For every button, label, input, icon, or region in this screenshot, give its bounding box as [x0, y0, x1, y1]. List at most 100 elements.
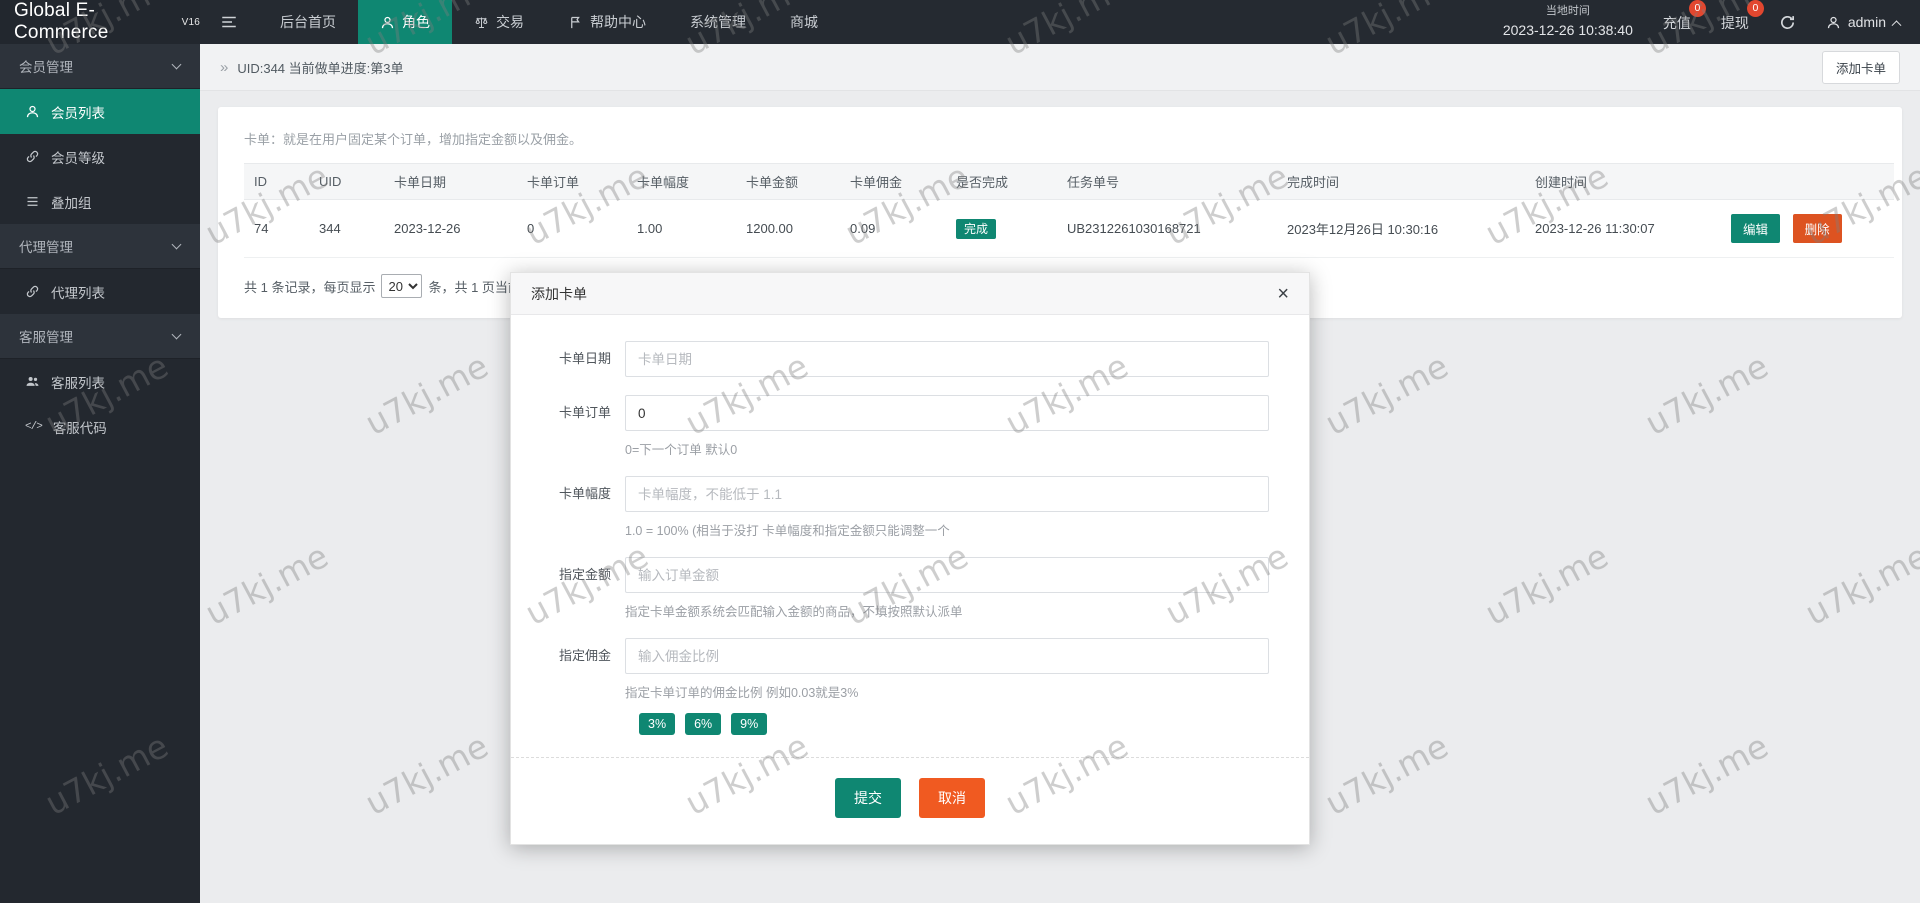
- form-row-card-range: 卡单幅度 1.0 = 100% (相当于没打 卡单幅度和指定金额只能调整一个: [529, 476, 1269, 539]
- commission-quick-badges: 3% 6% 9%: [639, 713, 1269, 735]
- sidebar-item-service-list[interactable]: 客服列表: [0, 359, 200, 404]
- field-hint: 0=下一个订单 默认0: [625, 443, 738, 457]
- pagination-suffix: 条，共 1 页当前: [428, 279, 521, 295]
- status-badge: 完成: [956, 219, 997, 239]
- flag-icon: [568, 15, 583, 30]
- add-card-order-button[interactable]: 添加卡单: [1821, 50, 1900, 84]
- card-order-table: ID UID 卡单日期 卡单订单 卡单幅度 卡单金额 卡单佣金 是否完成 任务单…: [244, 163, 1894, 258]
- recharge-count-badge: 0: [1688, 0, 1706, 17]
- assign-amount-input[interactable]: [625, 557, 1269, 593]
- sidebar-group-agent-management[interactable]: 代理管理: [0, 224, 200, 269]
- col-uid: UID: [309, 163, 384, 200]
- badge-9-percent[interactable]: 9%: [731, 713, 768, 735]
- breadcrumb: » UID:344 当前做单进度:第3单 添加卡单: [200, 44, 1920, 91]
- link-icon: [25, 284, 40, 299]
- nav-item-roles[interactable]: 角色: [358, 0, 452, 44]
- recharge-link[interactable]: 充值 0: [1663, 0, 1706, 33]
- cell-order: 0: [517, 199, 627, 258]
- user-menu[interactable]: admin: [1826, 14, 1902, 30]
- close-icon[interactable]: ×: [1277, 284, 1289, 304]
- user-avatar-icon: [1826, 15, 1841, 30]
- top-navbar: Global E-Commerce V16 后台首页 角色 交易 帮助中心 系统…: [0, 0, 1920, 44]
- brand-version: V16: [181, 16, 200, 28]
- assign-commission-input[interactable]: [625, 638, 1269, 674]
- cell-finish-time: 2023年12月26日 10:30:16: [1277, 199, 1525, 258]
- sidebar-item-agent-list[interactable]: 代理列表: [0, 269, 200, 314]
- withdraw-link[interactable]: 提现 0: [1721, 0, 1764, 33]
- field-hint: 1.0 = 100% (相当于没打 卡单幅度和指定金额只能调整一个: [625, 524, 950, 538]
- modal-header: 添加卡单 ×: [511, 273, 1309, 315]
- chevron-down-icon: [171, 239, 182, 249]
- field-hint: 指定卡单金额系统会匹配输入金额的商品，不填按照默认派单: [625, 605, 963, 619]
- users-icon: [25, 374, 40, 389]
- card-order-input[interactable]: [625, 395, 1269, 431]
- modal-body: 卡单日期 卡单订单 0=下一个订单 默认0 卡单幅度 1.0 = 100% (相…: [511, 315, 1309, 735]
- nav-item-help-center[interactable]: 帮助中心: [546, 0, 668, 44]
- card-date-input[interactable]: [625, 341, 1269, 377]
- sidebar: 会员管理 会员列表 会员等级 叠加组 代理管理 代理列表 客服管理 客服列表 <…: [0, 44, 200, 903]
- field-label: 指定佣金: [558, 648, 611, 663]
- brand-text: Global E-Commerce: [14, 0, 109, 43]
- field-hint: 指定卡单订单的佣金比例 例如0.03就是3%: [625, 686, 859, 700]
- nav-item-system[interactable]: 系统管理: [668, 0, 768, 44]
- badge-3-percent[interactable]: 3%: [639, 713, 676, 735]
- cell-id: 74: [244, 199, 309, 258]
- pagination-prefix: 共 1 条记录，每页显示: [244, 279, 376, 295]
- modal-title: 添加卡单: [531, 285, 587, 302]
- chevron-down-icon: [171, 59, 182, 69]
- breadcrumb-text: UID:344 当前做单进度:第3单: [237, 60, 404, 76]
- sidebar-item-member-level[interactable]: 会员等级: [0, 134, 200, 179]
- add-card-order-modal: 添加卡单 × 卡单日期 卡单订单 0=下一个订单 默认0 卡单幅度 1.0 = …: [510, 272, 1310, 845]
- col-amount: 卡单金额: [736, 163, 840, 200]
- sidebar-item-member-list[interactable]: 会员列表: [0, 89, 200, 134]
- nav-menu: 后台首页 角色 交易 帮助中心 系统管理 商城: [258, 0, 840, 44]
- nav-item-dashboard[interactable]: 后台首页: [258, 0, 358, 44]
- col-finish-time: 完成时间: [1277, 163, 1525, 200]
- field-label: 卡单日期: [558, 351, 611, 366]
- form-row-assign-commission: 指定佣金 指定卡单订单的佣金比例 例如0.03就是3%: [529, 638, 1269, 701]
- submit-button[interactable]: 提交: [835, 778, 901, 818]
- sidebar-item-stack-group[interactable]: 叠加组: [0, 179, 200, 224]
- page-size-select[interactable]: 20: [381, 274, 423, 298]
- badge-6-percent[interactable]: 6%: [685, 713, 722, 735]
- col-id: ID: [244, 163, 309, 200]
- chevron-down-icon: [171, 329, 182, 339]
- scales-icon: [474, 15, 489, 30]
- form-row-card-order: 卡单订单 0=下一个订单 默认0: [529, 395, 1269, 458]
- col-commission: 卡单佣金: [840, 163, 946, 200]
- col-date: 卡单日期: [384, 163, 517, 200]
- cell-range: 1.00: [627, 199, 736, 258]
- cancel-button[interactable]: 取消: [919, 778, 985, 818]
- field-label: 指定金额: [558, 567, 611, 582]
- breadcrumb-caret-icon: »: [220, 58, 229, 76]
- panel-description: 卡单：就是在用户固定某个订单，增加指定金额以及佣金。: [244, 132, 583, 147]
- list-icon: [25, 194, 40, 209]
- sidebar-item-service-code[interactable]: </> 客服代码: [0, 404, 200, 449]
- col-status: 是否完成: [946, 163, 1057, 200]
- withdraw-count-badge: 0: [1746, 0, 1764, 17]
- refresh-icon[interactable]: [1779, 14, 1796, 31]
- nav-item-trade[interactable]: 交易: [452, 0, 546, 44]
- local-time: 当地时间 2023-12-26 10:38:40: [1502, 4, 1633, 38]
- form-row-card-date: 卡单日期: [529, 341, 1269, 377]
- username: admin: [1847, 14, 1886, 30]
- sidebar-toggle-icon[interactable]: [200, 0, 258, 44]
- col-range: 卡单幅度: [627, 163, 736, 200]
- edit-button[interactable]: 编辑: [1731, 214, 1781, 243]
- card-range-input[interactable]: [625, 476, 1269, 512]
- navbar-right: 当地时间 2023-12-26 10:38:40 充值 0 提现 0 admin: [1503, 0, 1920, 44]
- cell-create-time: 2023-12-26 11:30:07: [1525, 199, 1721, 258]
- sidebar-group-service-management[interactable]: 客服管理: [0, 314, 200, 359]
- col-order: 卡单订单: [517, 163, 627, 200]
- col-create-time: 创建时间: [1525, 163, 1721, 200]
- form-row-assign-amount: 指定金额 指定卡单金额系统会匹配输入金额的商品，不填按照默认派单: [529, 557, 1269, 620]
- table-row: 74 344 2023-12-26 0 1.00 1200.00 0.09 完成…: [244, 199, 1894, 258]
- user-icon: [25, 104, 40, 119]
- modal-footer: 提交 取消: [511, 758, 1309, 844]
- cell-task-no: UB2312261030168721: [1057, 199, 1277, 258]
- cell-status: 完成: [946, 199, 1057, 258]
- nav-item-mall[interactable]: 商城: [768, 0, 840, 44]
- delete-button[interactable]: 删除: [1792, 214, 1842, 243]
- sidebar-group-member-management[interactable]: 会员管理: [0, 44, 200, 89]
- cell-commission: 0.09: [840, 199, 946, 258]
